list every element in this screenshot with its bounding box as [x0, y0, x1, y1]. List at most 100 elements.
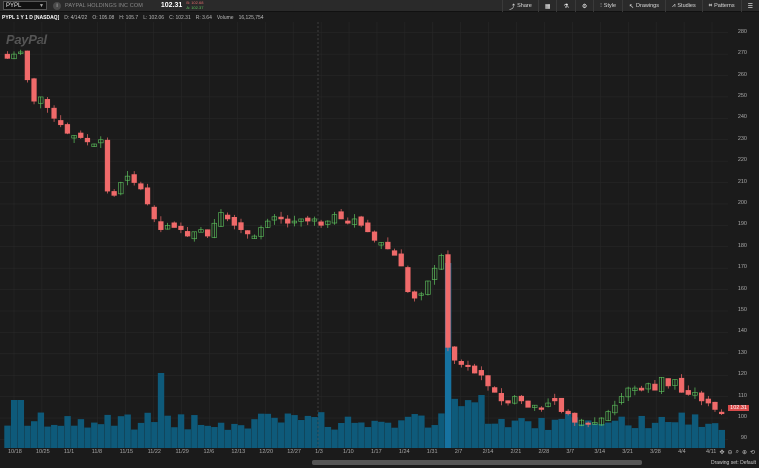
share-button[interactable]: ⤴ Share — [502, 0, 538, 12]
candle — [31, 77, 37, 105]
volume-bar — [411, 414, 418, 448]
candle — [271, 214, 278, 225]
candle — [545, 398, 551, 408]
zoom-icon[interactable]: ⌕ — [736, 449, 739, 456]
zoom-out-icon[interactable]: ⊖ — [728, 449, 733, 456]
candle — [532, 404, 538, 411]
volume-bar — [605, 422, 612, 448]
last-price: 102.31 — [160, 2, 183, 9]
x-tick-label: 10/18 — [8, 449, 22, 455]
x-tick-label: 3/7 — [566, 449, 575, 455]
volume-bar — [391, 427, 398, 448]
x-tick-label: 12/6 — [203, 449, 215, 455]
volume-label: Volume — [216, 14, 234, 21]
info-icon[interactable]: i — [53, 1, 61, 10]
volume-bar — [171, 427, 178, 448]
volume-bar — [77, 419, 85, 448]
candle-body — [78, 132, 84, 138]
candle — [472, 363, 478, 374]
candle — [104, 137, 111, 194]
candle-body — [345, 220, 351, 224]
candle-body — [665, 378, 671, 387]
candle — [712, 401, 718, 412]
volume-bar — [545, 429, 552, 448]
volume-bar — [104, 414, 111, 448]
candle-body — [305, 217, 311, 222]
patterns-button[interactable]: ⌗ Patterns — [701, 0, 741, 12]
x-tick-label: 3/14 — [594, 449, 606, 455]
y-tick-label: 220 — [737, 157, 747, 164]
y-tick-label: 260 — [737, 71, 747, 78]
volume-bar — [144, 412, 151, 448]
style-button[interactable]: ⫶ Style — [593, 0, 622, 12]
candle — [84, 134, 91, 146]
candle — [371, 230, 378, 243]
candle-body — [411, 291, 418, 299]
candle-body — [4, 53, 10, 59]
volume-bar — [591, 423, 599, 448]
volume-bar — [551, 419, 559, 448]
candle — [38, 96, 44, 109]
volume-bar — [484, 423, 492, 448]
candle — [91, 143, 97, 147]
volume-bar — [618, 416, 625, 448]
candle-body — [498, 393, 504, 402]
candle-body — [44, 99, 51, 108]
grid-button[interactable]: ▦ — [537, 0, 557, 12]
reset-icon[interactable]: ⟲ — [750, 449, 755, 456]
chart-scrollbar[interactable] — [312, 460, 642, 465]
volume-bar — [4, 425, 11, 448]
settings-button[interactable]: ⚙ — [574, 0, 593, 12]
volume-bar — [251, 419, 258, 448]
candle — [138, 181, 144, 191]
menu-button[interactable]: ☰ — [740, 0, 759, 12]
chevron-down-icon[interactable]: ▼ — [39, 3, 44, 9]
volume-bar — [504, 427, 512, 448]
volume-bar — [31, 421, 38, 448]
flask-button[interactable]: ⚗ — [556, 0, 574, 12]
candle — [698, 390, 705, 406]
volume-bar — [438, 413, 445, 448]
x-tick-label: 3/28 — [650, 449, 661, 455]
candle — [251, 234, 257, 239]
volume-bar — [645, 428, 652, 448]
volume-bar — [625, 425, 632, 448]
bid-ask: B: 102.68 A: 102.37 — [186, 0, 204, 10]
zoom-in-icon[interactable]: ⊕ — [742, 449, 747, 456]
move-icon[interactable]: ✥ — [720, 449, 725, 456]
volume-bar — [631, 428, 639, 448]
ask-price: A: 102.37 — [186, 4, 204, 10]
drawings-button[interactable]: ↖ Drawings — [622, 0, 665, 12]
x-tick-label: 11/29 — [175, 449, 189, 455]
volume-bar — [177, 414, 185, 448]
volume-bar — [271, 417, 278, 448]
candle-body — [678, 377, 685, 393]
chart-info-row: PYPL 1 Y 1 D [NASDAQ] D: 4/14/22 O: 105.… — [0, 13, 759, 22]
volume-bar — [191, 415, 198, 448]
bars-icon: ⫶ — [600, 2, 602, 9]
volume-bar — [705, 423, 712, 448]
candle-body — [51, 107, 57, 119]
y-tick-label: 200 — [737, 199, 747, 206]
y-tick-label: 160 — [737, 285, 747, 292]
volume-bar — [44, 426, 51, 448]
volume-bar — [111, 425, 118, 448]
candle-body — [238, 222, 244, 230]
y-tick-label: 100 — [737, 414, 747, 421]
studies-button[interactable]: ⩘ Studies — [664, 0, 702, 12]
drawing-set-label: Drawing set: Default — [710, 460, 756, 466]
candle-body — [144, 187, 151, 205]
candle-body — [558, 397, 565, 412]
symbol-input[interactable]: PYPL ▼ — [3, 1, 47, 10]
candle — [118, 181, 124, 196]
candle-body — [385, 241, 391, 250]
candle — [505, 400, 511, 406]
price-chart[interactable] — [0, 22, 759, 448]
candle-body — [151, 206, 157, 220]
volume-bar — [237, 425, 245, 448]
volume-bar — [344, 416, 352, 448]
y-tick-label: 240 — [737, 114, 747, 121]
share-label: Share — [517, 3, 532, 9]
volume-bar — [638, 415, 645, 448]
volume-bar — [665, 422, 672, 448]
